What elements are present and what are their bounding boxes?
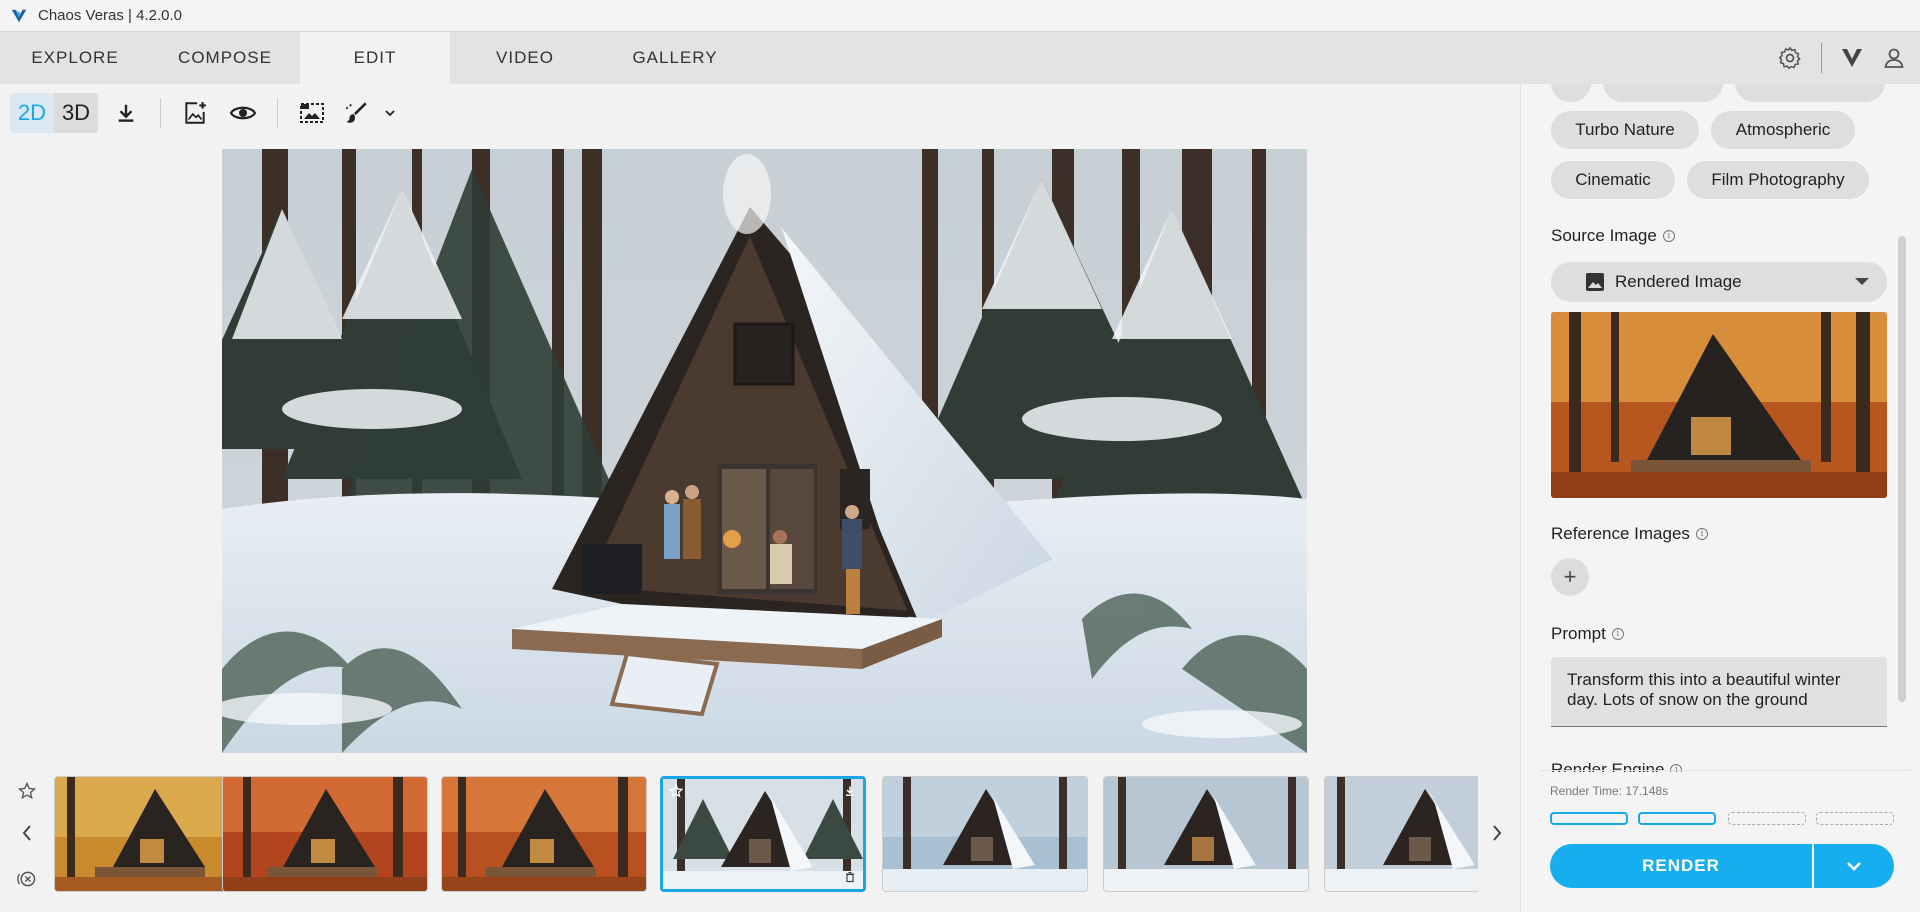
thumbnail-image bbox=[883, 777, 1087, 891]
source-image-label: Source Image bbox=[1551, 226, 1657, 245]
tab-compose[interactable]: COMPOSE bbox=[150, 32, 300, 84]
download-icon bbox=[846, 786, 854, 796]
add-reference-image-button[interactable]: + bbox=[1551, 558, 1589, 596]
chevron-left-icon bbox=[22, 825, 31, 841]
style-chip-turbo-nature[interactable]: Turbo Nature bbox=[1551, 111, 1699, 149]
mode-2d-button[interactable]: 2D bbox=[10, 93, 54, 133]
brush-icon bbox=[345, 102, 367, 123]
image-region-icon bbox=[300, 103, 324, 123]
download-icon bbox=[118, 104, 134, 122]
source-image-preview bbox=[1551, 312, 1887, 498]
style-chip-cinematic[interactable]: Cinematic bbox=[1551, 161, 1675, 199]
render-time: Render Time: 17.148s bbox=[1550, 784, 1669, 798]
prompt-label: Prompt bbox=[1551, 624, 1606, 643]
source-image-heading: Source Image i bbox=[1551, 226, 1675, 246]
brush-button[interactable] bbox=[340, 93, 372, 133]
chevron-down-icon bbox=[1847, 862, 1861, 871]
preview-button[interactable] bbox=[223, 93, 263, 133]
title-bar: Chaos Veras | 4.2.0.0 bbox=[0, 0, 1920, 32]
add-image-icon bbox=[185, 102, 206, 124]
user-icon[interactable] bbox=[1882, 46, 1906, 70]
veras-logo-icon bbox=[11, 9, 27, 22]
clear-filmstrip-button[interactable] bbox=[16, 868, 38, 890]
thumbnail-image bbox=[223, 777, 427, 891]
thumbnail-selected[interactable] bbox=[660, 776, 866, 892]
panel-scrollbar[interactable] bbox=[1898, 236, 1906, 702]
brush-options-dropdown[interactable] bbox=[380, 93, 400, 133]
clear-icon bbox=[17, 871, 36, 887]
render-slot-empty[interactable] bbox=[1816, 812, 1894, 825]
render-slot-filled[interactable] bbox=[1638, 812, 1716, 825]
tab-gallery[interactable]: GALLERY bbox=[600, 32, 750, 84]
caret-down-icon bbox=[1855, 278, 1869, 285]
download-thumb-button[interactable] bbox=[841, 782, 859, 800]
chevron-right-icon bbox=[1493, 825, 1502, 841]
info-icon[interactable]: i bbox=[1695, 528, 1708, 540]
render-button[interactable]: RENDER bbox=[1550, 844, 1812, 888]
thumbnail[interactable] bbox=[1103, 776, 1309, 892]
thumbnail[interactable] bbox=[1324, 776, 1478, 892]
info-icon[interactable]: i bbox=[1662, 230, 1675, 242]
tab-edit[interactable]: EDIT bbox=[300, 32, 450, 84]
dimension-toggle: 2D 3D bbox=[10, 93, 98, 133]
render-controls: Render Time: 17.148s RENDER bbox=[1520, 770, 1920, 912]
source-image-value: Rendered Image bbox=[1615, 272, 1742, 291]
source-image-dropdown[interactable]: Rendered Image bbox=[1551, 262, 1887, 302]
divider bbox=[1540, 770, 1910, 771]
edit-toolbar: 2D 3D bbox=[10, 92, 400, 134]
tab-explore[interactable]: EXPLORE bbox=[0, 32, 150, 84]
panel-scroll-area: Turbo Nature Atmospheric Cinematic Film … bbox=[1521, 84, 1907, 772]
render-options-button[interactable] bbox=[1814, 844, 1894, 888]
thumbnail[interactable] bbox=[222, 776, 428, 892]
thumbnail-image bbox=[1104, 777, 1308, 891]
mode-3d-button[interactable]: 3D bbox=[54, 93, 98, 133]
source-image-thumbnail bbox=[1551, 312, 1887, 498]
prompt-heading: Prompt i bbox=[1551, 624, 1624, 644]
favorite-thumb-button[interactable] bbox=[667, 782, 685, 800]
add-image-button[interactable] bbox=[175, 93, 215, 133]
reference-images-label: Reference Images bbox=[1551, 524, 1690, 543]
style-chip-partial[interactable] bbox=[1735, 84, 1885, 102]
reference-images-heading: Reference Images i bbox=[1551, 524, 1708, 544]
star-icon bbox=[669, 784, 683, 798]
thumbnail[interactable] bbox=[882, 776, 1088, 892]
render-slot-empty[interactable] bbox=[1728, 812, 1806, 825]
thumbnail-image bbox=[442, 777, 646, 891]
trash-icon bbox=[846, 871, 854, 883]
main-canvas-image[interactable] bbox=[222, 149, 1307, 753]
toolbar-divider bbox=[277, 98, 278, 128]
winter-cabin-image bbox=[222, 149, 1307, 753]
delete-thumb-button[interactable] bbox=[841, 868, 859, 886]
settings-icon[interactable] bbox=[1777, 45, 1803, 71]
star-icon bbox=[18, 782, 36, 800]
style-chip-partial[interactable] bbox=[1551, 84, 1591, 102]
info-icon[interactable]: i bbox=[1611, 628, 1624, 640]
filmstrip-prev-button[interactable] bbox=[16, 822, 38, 844]
filmstrip-next-button[interactable] bbox=[1486, 820, 1508, 846]
filmstrip-controls bbox=[0, 772, 54, 912]
style-chip-film-photography[interactable]: Film Photography bbox=[1687, 161, 1869, 199]
render-slot-filled[interactable] bbox=[1550, 812, 1628, 825]
favorite-filter-button[interactable] bbox=[16, 780, 38, 802]
thumbnail-image bbox=[663, 779, 863, 889]
thumbnail-image bbox=[1325, 777, 1478, 891]
download-button[interactable] bbox=[106, 93, 146, 133]
nav-divider bbox=[1821, 43, 1822, 73]
thumbnail[interactable] bbox=[441, 776, 647, 892]
image-icon bbox=[1586, 273, 1604, 291]
eye-icon bbox=[229, 106, 257, 120]
veras-logo-icon[interactable] bbox=[1840, 47, 1864, 69]
main-nav: EXPLORE COMPOSE EDIT VIDEO GALLERY bbox=[0, 32, 1920, 84]
toolbar-divider bbox=[160, 98, 161, 128]
prompt-textarea[interactable]: Transform this into a beautiful winter d… bbox=[1551, 657, 1887, 727]
style-chip-partial[interactable] bbox=[1603, 84, 1723, 102]
style-chip-atmospheric[interactable]: Atmospheric bbox=[1711, 111, 1855, 149]
image-region-button[interactable] bbox=[292, 93, 332, 133]
window-title: Chaos Veras | 4.2.0.0 bbox=[38, 7, 182, 24]
chevron-down-icon bbox=[385, 110, 395, 117]
thumbnail-strip bbox=[54, 774, 1478, 896]
tab-video[interactable]: VIDEO bbox=[450, 32, 600, 84]
